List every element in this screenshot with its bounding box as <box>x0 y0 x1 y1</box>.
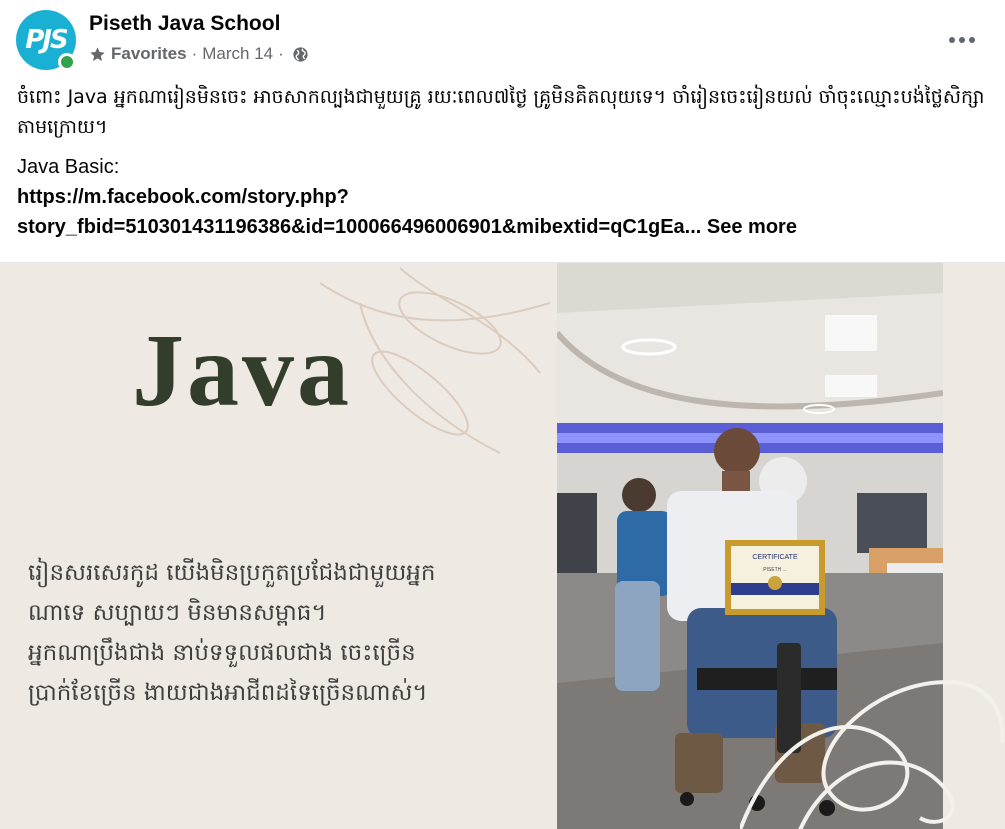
post-header: PJS Piseth Java School Favorites · March… <box>0 0 1005 78</box>
khmer-line: ប្រាក់ខែច្រើន ងាយជាងអាជីពដទៃច្រើនណាស់។ <box>28 680 428 706</box>
star-icon <box>89 46 106 63</box>
page-name[interactable]: Piseth Java School <box>89 12 280 36</box>
globe-icon[interactable] <box>292 46 309 63</box>
post-link-line-1[interactable]: https://m.facebook.com/story.php? <box>17 182 992 212</box>
java-title: Java <box>132 313 352 428</box>
meta-separator: · <box>191 44 198 63</box>
post-link-line-2: story_fbid=510301431196386&id=1000664960… <box>17 212 992 242</box>
favorites-label[interactable]: Favorites <box>111 44 187 64</box>
more-options-button[interactable] <box>940 22 984 58</box>
post-image[interactable]: Java រៀនសរសេរកូដ យើងមិនប្រកួតប្រជែងជាមួយ… <box>0 262 1005 829</box>
loop-decoration <box>740 680 1005 829</box>
post-link-text[interactable]: story_fbid=510301431196386&id=1000664960… <box>17 216 701 238</box>
more-options-icon-dot <box>969 37 975 43</box>
post-khmer-text: ចំពោះ Java អ្នកណារៀនមិនចេះ អាចសាកល្បងជាម… <box>17 86 985 138</box>
certificate-name: PISETH ... <box>763 567 787 573</box>
khmer-line: រៀនសរសេរកូដ យើងមិនប្រកួតប្រជែងជាមួយអ្នក <box>28 560 436 586</box>
online-status-dot <box>58 53 76 71</box>
khmer-line: ណាទេ សប្បាយៗ មិនមានសម្ពាធ។ <box>28 600 327 626</box>
post-label: Java Basic: <box>17 156 120 178</box>
see-more-link[interactable]: See more <box>707 216 797 238</box>
certificate-text: CERTIFICATE <box>752 554 798 561</box>
meta-separator-2: · <box>278 44 284 63</box>
post-meta: Favorites · March 14 · <box>89 44 309 64</box>
khmer-line: អ្នកណាប្រឹងជាង នាប់ទទួលផលជាង ចេះច្រើន <box>28 640 416 666</box>
more-options-icon-dot <box>959 37 965 43</box>
post-date[interactable]: March 14 <box>202 44 273 64</box>
more-options-icon <box>949 37 955 43</box>
avatar[interactable]: PJS <box>16 10 78 72</box>
avatar-initials: PJS <box>25 25 68 55</box>
khmer-slogan: រៀនសរសេរកូដ យើងមិនប្រកួតប្រជែងជាមួយអ្នក … <box>28 553 548 713</box>
post-text: ចំពោះ Java អ្នកណារៀនមិនចេះ អាចសាកល្បងជាម… <box>17 82 992 242</box>
